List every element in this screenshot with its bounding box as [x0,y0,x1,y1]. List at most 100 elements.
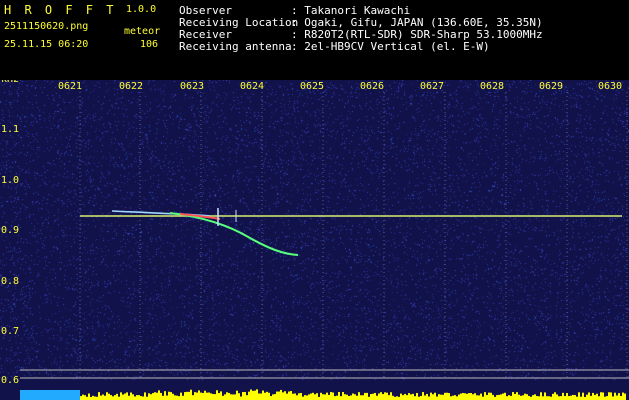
spectrum-bar [560,396,562,400]
spectrum-bar [140,396,142,400]
spectrum-bar [506,396,508,400]
spectrum-bar [474,393,476,400]
spectrum-bar [624,393,626,400]
spectrum-bar [482,396,484,400]
spectrum-bar [286,393,288,400]
spectrum-bar [220,391,222,400]
spectrum-bar [348,395,350,400]
spectrum-bar [602,392,604,400]
spectrum-bar [302,396,304,400]
spectrum-bar [532,395,534,400]
time-tick: 0622 [119,81,144,92]
spectrum-bar [84,395,86,400]
spectrum-bar [292,393,294,400]
spectrum-bar [280,389,282,400]
spectrum-bar [324,394,326,400]
spectrum-bar [166,395,168,400]
spectrum-bar [618,393,620,400]
spectrum-bar [498,394,500,400]
spectrum-bar [502,393,504,400]
spectrum-bar [94,396,96,400]
spectrum-bar [562,392,564,400]
time-tick: 0628 [480,81,505,92]
spectrum-bar [376,395,378,400]
spectrogram-overlay [20,92,629,400]
time-tick: 0623 [180,81,205,92]
spectrum-bar [120,392,122,400]
spectrum-bar [616,395,618,400]
freq-tick: 0.8 [1,276,20,287]
spectrum-bar [374,392,376,400]
spectrum-bar [136,395,138,400]
spectrum-bar [352,393,354,400]
spectrum-bar [496,395,498,400]
spectrum-bar [592,392,594,400]
freq-tick: 0.6 [1,375,20,386]
spectrum-bar [380,392,382,400]
spectrum-bar [102,394,104,400]
spectrum-bar [548,396,550,400]
freq-tick: 0.9 [1,225,20,236]
spectrum-bar [402,395,404,400]
spectrum-bar [614,392,616,400]
spectrum-bar [472,394,474,400]
spectrum-bar [404,393,406,400]
spectrum-bar [390,392,392,400]
spectrum-bar [556,394,558,400]
spectrum-bar [162,395,164,400]
spectrum-bar [100,395,102,400]
spectrum-bar [132,394,134,400]
spectrum-bar [184,392,186,400]
spectrum-bar [574,395,576,400]
spectrum-bar [276,391,278,400]
spectrum-bar [222,395,224,400]
info-key-receiver: Receiver [179,28,232,41]
spectrum-bar [342,392,344,400]
spectrum-bar [566,393,568,400]
freq-tick: 1.1 [1,124,20,135]
spectrum-bar [372,393,374,400]
time-tick: 0621 [58,81,83,92]
spectrum-bar [554,392,556,400]
spectrum-bar [226,392,228,400]
spectrum-bar [578,392,580,400]
spectrum-bar [150,394,152,400]
spectrum-bar [80,396,82,400]
spectrum-bar [346,394,348,400]
spectrum-bar [590,395,592,400]
spectrum-bar [210,393,212,400]
spectrum-bar [440,394,442,400]
spectrum-bar [196,392,198,400]
spectrum-bar [250,389,252,400]
spectrum-bar [484,392,486,400]
spectrum-bar [312,392,314,400]
spectrum-bar [406,395,408,400]
spectrum-bar [586,394,588,400]
spectrum-bar [538,396,540,400]
spectrum-bar [344,394,346,400]
spectrum-bar [340,396,342,400]
spectrum-bar [124,393,126,400]
spectrum-bar [468,393,470,400]
spectrum-bar [306,395,308,400]
spectrum-bar [378,393,380,400]
spectrum-bar [212,394,214,400]
time-tick: 0624 [240,81,265,92]
spectrum-bar [236,390,238,400]
spectrum-bar [174,395,176,400]
spectrum-bar [386,392,388,400]
spectrum-bar [178,396,180,400]
spectrum-bar [588,392,590,400]
spectrum-bar [570,395,572,400]
spectrum-bar [156,392,158,400]
spectrum-bar [488,392,490,400]
spectrum-bar [134,396,136,400]
spectrum-bar [270,396,272,400]
spectrum-bar [240,396,242,400]
spectrum-bar [572,394,574,400]
spectrum-bar [512,392,514,400]
spectrum-bar [434,392,436,400]
info-key-location: Receiving Location [179,16,299,29]
spectrum-bar [224,394,226,400]
spectrum-bar [410,394,412,400]
